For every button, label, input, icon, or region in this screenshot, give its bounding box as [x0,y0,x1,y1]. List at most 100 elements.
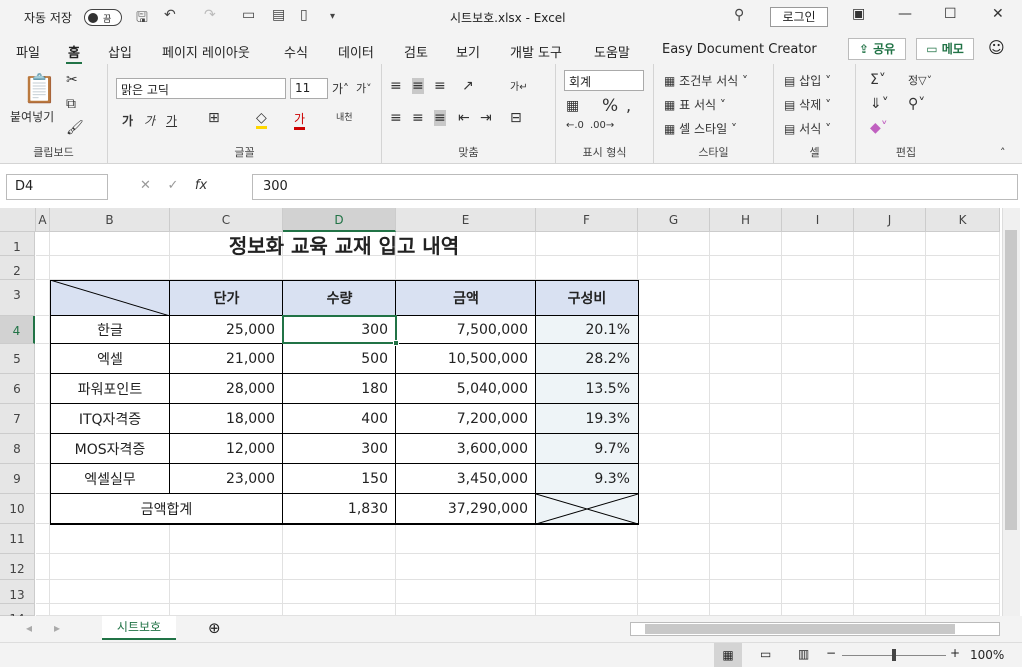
paste-button[interactable]: 붙여넣기 [10,108,54,125]
tab-view[interactable]: 보기 [456,42,480,61]
collapse-ribbon-icon[interactable]: ˄ [1000,146,1006,159]
cell-styles-button[interactable]: ▦ 셀 스타일 ˅ [664,120,737,137]
row-header-3[interactable]: 3 [0,280,35,316]
row-header-10[interactable]: 10 [0,494,35,524]
sort-filter-icon[interactable]: 정▽˅ [908,72,932,88]
tab-formulas[interactable]: 수식 [284,42,308,61]
table-cell[interactable]: 180 [283,374,396,404]
align-top-icon[interactable]: ≡ [390,78,402,94]
autosave-toggle[interactable]: 끔 [84,9,122,26]
column-header-h[interactable]: H [710,208,782,232]
row-label[interactable]: MOS자격증 [50,434,170,464]
row-header-13[interactable]: 13 [0,580,35,604]
table-cell[interactable]: 3,600,000 [396,434,536,464]
table-cell[interactable]: 300 [283,434,396,464]
delete-cells-button[interactable]: ▤ 삭제 ˅ [784,96,831,113]
row-header-5[interactable]: 5 [0,344,35,374]
tab-home[interactable]: 홈 [66,42,82,65]
memo-button[interactable]: ▭ 메모 [916,38,974,60]
sheet-tab[interactable]: 시트보호 [102,616,176,640]
table-cell[interactable]: 25,000 [170,316,283,344]
table-cell[interactable]: 19.3% [536,404,638,434]
align-center-icon[interactable]: ≡ [412,110,424,126]
align-middle-icon[interactable]: ≡ [412,78,424,94]
select-all-corner[interactable] [0,208,36,232]
row-label[interactable]: 한글 [50,316,170,344]
row-header-1[interactable]: 1 [0,232,35,256]
table-cell[interactable]: 13.5% [536,374,638,404]
formula-input[interactable]: 300 [252,174,1018,200]
row-header-6[interactable]: 6 [0,374,35,404]
decrease-decimal-icon[interactable]: .00→ [590,120,614,131]
table-cell[interactable]: 18,000 [170,404,283,434]
row-label[interactable]: 엑셀 [50,344,170,374]
share-button[interactable]: ⇪ 공유 [848,38,906,60]
form-icon[interactable]: ▤ [272,7,285,23]
wrap-text-icon[interactable]: 가↵ [510,78,528,93]
fill-color-icon[interactable]: ◇ [256,110,267,129]
number-format-select[interactable]: 회계 [564,70,644,91]
table-cell[interactable]: 20.1% [536,316,638,344]
tab-page-layout[interactable]: 페이지 레이아웃 [162,42,250,61]
login-button[interactable]: 로그인 [770,7,828,27]
customize-qat-icon[interactable]: ▾ [330,11,335,22]
close-button[interactable]: ✕ [992,6,1004,22]
column-header-b[interactable]: B [50,208,170,232]
add-sheet-icon[interactable]: ⊕ [208,619,221,637]
underline-icon[interactable]: 가 [166,112,177,129]
tab-data[interactable]: 데이터 [338,42,374,61]
copy-icon[interactable]: ⧉ [66,96,76,112]
row-header-11[interactable]: 11 [0,524,35,554]
fill-handle[interactable] [393,340,399,346]
save-icon[interactable]: 🖫 [136,7,148,31]
table-cell[interactable]: 3,450,000 [396,464,536,494]
row-label[interactable]: 엑셀실무 [50,464,170,494]
tab-insert[interactable]: 삽입 [108,42,132,61]
tab-developer[interactable]: 개발 도구 [510,42,562,61]
grow-font-icon[interactable]: 가˄ [332,80,349,97]
column-header-c[interactable]: C [170,208,283,232]
autosum-icon[interactable]: Σ˅ [870,72,886,88]
increase-indent-icon[interactable]: ⇥ [480,110,492,126]
comma-icon[interactable]: , [626,96,631,115]
zoom-level[interactable]: 100% [970,648,1004,662]
column-header-f[interactable]: F [536,208,638,232]
prev-sheet-icon[interactable]: ◂ [26,621,32,635]
border-icon[interactable]: ⊞ [208,110,220,126]
font-size-select[interactable]: 11 [290,78,328,99]
clear-icon[interactable]: ◆˅ [870,120,888,136]
table-cell[interactable]: 9.3% [536,464,638,494]
page-layout-view-icon[interactable]: ▭ [760,647,771,661]
format-table-button[interactable]: ▦ 표 서식 ˅ [664,96,726,113]
align-bottom-icon[interactable]: ≡ [434,78,446,94]
tab-file[interactable]: 파일 [16,42,40,61]
cancel-icon[interactable]: ✕ [140,178,151,193]
table-cell[interactable]: 21,000 [170,344,283,374]
total-qty[interactable]: 1,830 [283,494,396,524]
fill-icon[interactable]: ⇓˅ [870,96,889,112]
table-cell[interactable]: 23,000 [170,464,283,494]
tab-review[interactable]: 검토 [404,42,428,61]
merge-center-icon[interactable]: ⊟ [510,110,522,126]
format-cells-button[interactable]: ▤ 서식 ˅ [784,120,831,137]
align-right-icon[interactable]: ≡ [434,110,446,126]
row-header-9[interactable]: 9 [0,464,35,494]
name-box[interactable]: D4 [6,174,108,200]
font-name-select[interactable]: 맑은 고딕 [116,78,286,99]
enter-icon[interactable]: ✓ [167,178,178,193]
row-header-7[interactable]: 7 [0,404,35,434]
next-sheet-icon[interactable]: ▸ [54,621,60,635]
undo-icon[interactable]: ↶ [164,7,176,23]
table-cell[interactable]: 7,500,000 [396,316,536,344]
insert-cells-button[interactable]: ▤ 삽입 ˅ [784,72,831,89]
phonetic-icon[interactable]: 내천 [336,110,353,123]
italic-icon[interactable]: 가 [144,112,155,129]
table-cell[interactable]: 28.2% [536,344,638,374]
table-cell[interactable]: 28,000 [170,374,283,404]
column-header-g[interactable]: G [638,208,710,232]
percent-icon[interactable]: % [602,96,618,116]
total-label[interactable]: 금액합계 [50,494,283,524]
bold-icon[interactable]: 가 [122,112,133,129]
table-cell[interactable]: 7,200,000 [396,404,536,434]
table-cell[interactable]: 10,500,000 [396,344,536,374]
